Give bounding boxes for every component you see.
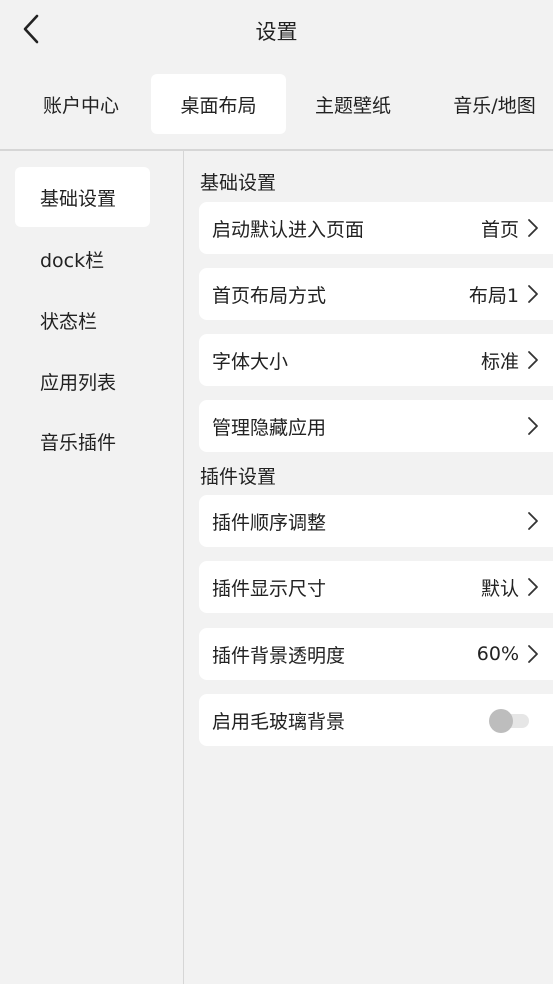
chevron-right-icon — [527, 644, 539, 664]
row-home-layout[interactable]: 首页布局方式 布局1 — [199, 268, 553, 320]
page-title: 设置 — [255, 20, 298, 44]
chevron-right-icon — [527, 218, 539, 238]
row-value: 首页 — [480, 218, 519, 241]
toggle-knob — [489, 709, 513, 733]
row-plugin-display-size[interactable]: 插件显示尺寸 默认 — [199, 561, 553, 613]
row-label: 管理隐藏应用 — [212, 416, 327, 439]
sidebar-item-dock-bar[interactable]: dock栏 — [15, 229, 150, 289]
top-tabs: 账户中心 桌面布局 主题壁纸 音乐/地图 — [0, 62, 553, 150]
tabs-divider — [0, 149, 553, 151]
chevron-right-icon — [527, 511, 539, 531]
tab-music-map[interactable]: 音乐/地图 — [436, 74, 553, 134]
chevron-right-icon — [527, 416, 539, 436]
row-label: 插件背景透明度 — [212, 644, 346, 667]
row-label: 首页布局方式 — [212, 284, 327, 307]
top-bar: 设置 — [0, 0, 553, 62]
chevron-right-icon — [527, 284, 539, 304]
sidebar-item-app-list[interactable]: 应用列表 — [15, 351, 150, 411]
row-label: 插件显示尺寸 — [212, 577, 327, 600]
row-label: 启动默认进入页面 — [212, 218, 365, 241]
chevron-right-icon — [527, 577, 539, 597]
row-font-size[interactable]: 字体大小 标准 — [199, 334, 553, 386]
row-value: 标准 — [480, 350, 519, 373]
row-frosted-glass-bg: 启用毛玻璃背景 — [199, 694, 553, 746]
row-value: 默认 — [480, 577, 519, 600]
row-label: 插件顺序调整 — [212, 511, 327, 534]
sidebar-item-music-plugin[interactable]: 音乐插件 — [15, 411, 150, 471]
chevron-right-icon — [527, 350, 539, 370]
row-plugin-bg-opacity[interactable]: 插件背景透明度 60% — [199, 628, 553, 680]
row-default-start-page[interactable]: 启动默认进入页面 首页 — [199, 202, 553, 254]
tab-desktop-layout[interactable]: 桌面布局 — [151, 74, 286, 134]
row-manage-hidden-apps[interactable]: 管理隐藏应用 — [199, 400, 553, 452]
row-value: 60% — [476, 643, 519, 665]
section-title-plugin: 插件设置 — [200, 466, 277, 488]
sidebar-divider — [183, 151, 184, 984]
tab-theme-wallpaper[interactable]: 主题壁纸 — [296, 74, 410, 134]
row-label: 启用毛玻璃背景 — [212, 710, 346, 733]
sidebar-item-basic-settings[interactable]: 基础设置 — [15, 167, 150, 227]
row-plugin-order[interactable]: 插件顺序调整 — [199, 495, 553, 547]
row-value: 布局1 — [468, 284, 519, 307]
section-title-basic: 基础设置 — [200, 172, 277, 194]
sidebar-item-status-bar[interactable]: 状态栏 — [15, 290, 150, 350]
frosted-glass-toggle[interactable] — [489, 708, 529, 733]
tab-account-center[interactable]: 账户中心 — [20, 74, 142, 134]
row-label: 字体大小 — [212, 350, 289, 373]
